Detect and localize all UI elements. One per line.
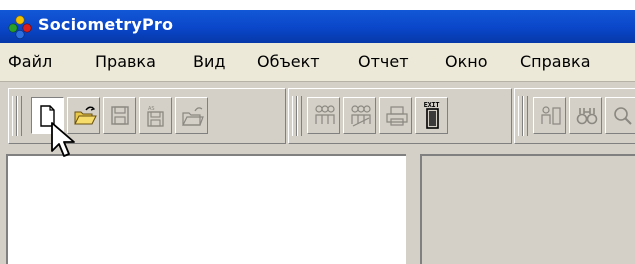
- save-button[interactable]: [103, 97, 136, 134]
- group-edit-button[interactable]: [343, 97, 376, 134]
- people-icon: [541, 106, 561, 125]
- group-icon: [315, 105, 335, 124]
- people-button[interactable]: [533, 97, 566, 134]
- toolbar-grip[interactable]: [17, 96, 22, 136]
- save-as-icon: AS: [147, 106, 164, 127]
- menu-edit[interactable]: Правка: [95, 52, 156, 71]
- find-next-button[interactable]: [605, 97, 635, 134]
- exit-icon: [426, 108, 439, 129]
- menu-report[interactable]: Отчет: [358, 52, 409, 71]
- close-button[interactable]: [175, 97, 208, 134]
- svg-text:AS: AS: [148, 106, 155, 112]
- workspace-panel[interactable]: [420, 154, 635, 264]
- toolbar-grip[interactable]: [523, 96, 528, 136]
- group-toolbar: EXIT: [288, 88, 512, 144]
- save-icon: [111, 106, 129, 125]
- object-tree-panel[interactable]: [6, 154, 406, 264]
- find-icon: [576, 108, 598, 125]
- app-logo-icon: [8, 15, 32, 39]
- menu-window[interactable]: Окно: [445, 52, 488, 71]
- menu-help[interactable]: Справка: [520, 52, 591, 71]
- menu-view[interactable]: Вид: [193, 52, 225, 71]
- find-button[interactable]: [569, 97, 602, 134]
- menu-object[interactable]: Объект: [257, 52, 320, 71]
- menu-file[interactable]: Файл: [8, 52, 52, 71]
- save-as-button[interactable]: AS: [139, 97, 172, 134]
- group-edit-icon: [351, 105, 371, 127]
- toolbar-grip[interactable]: [297, 96, 302, 136]
- print-button[interactable]: [379, 97, 412, 134]
- title-bar[interactable]: SociometryPro: [0, 10, 635, 43]
- close-folder-icon: [182, 107, 204, 126]
- group-button[interactable]: [307, 97, 340, 134]
- mouse-cursor-icon: [51, 122, 75, 157]
- window-title: SociometryPro: [38, 15, 174, 34]
- print-icon: [386, 106, 408, 126]
- menu-bar: Файл Правка Вид Объект Отчет Окно Справк…: [0, 43, 635, 82]
- search-toolbar: [514, 88, 635, 144]
- cropped-top-strip: [0, 0, 635, 10]
- find-next-icon: [614, 107, 632, 125]
- toolbar-area: AS EXIT: [0, 82, 635, 152]
- exit-button[interactable]: EXIT: [415, 97, 448, 134]
